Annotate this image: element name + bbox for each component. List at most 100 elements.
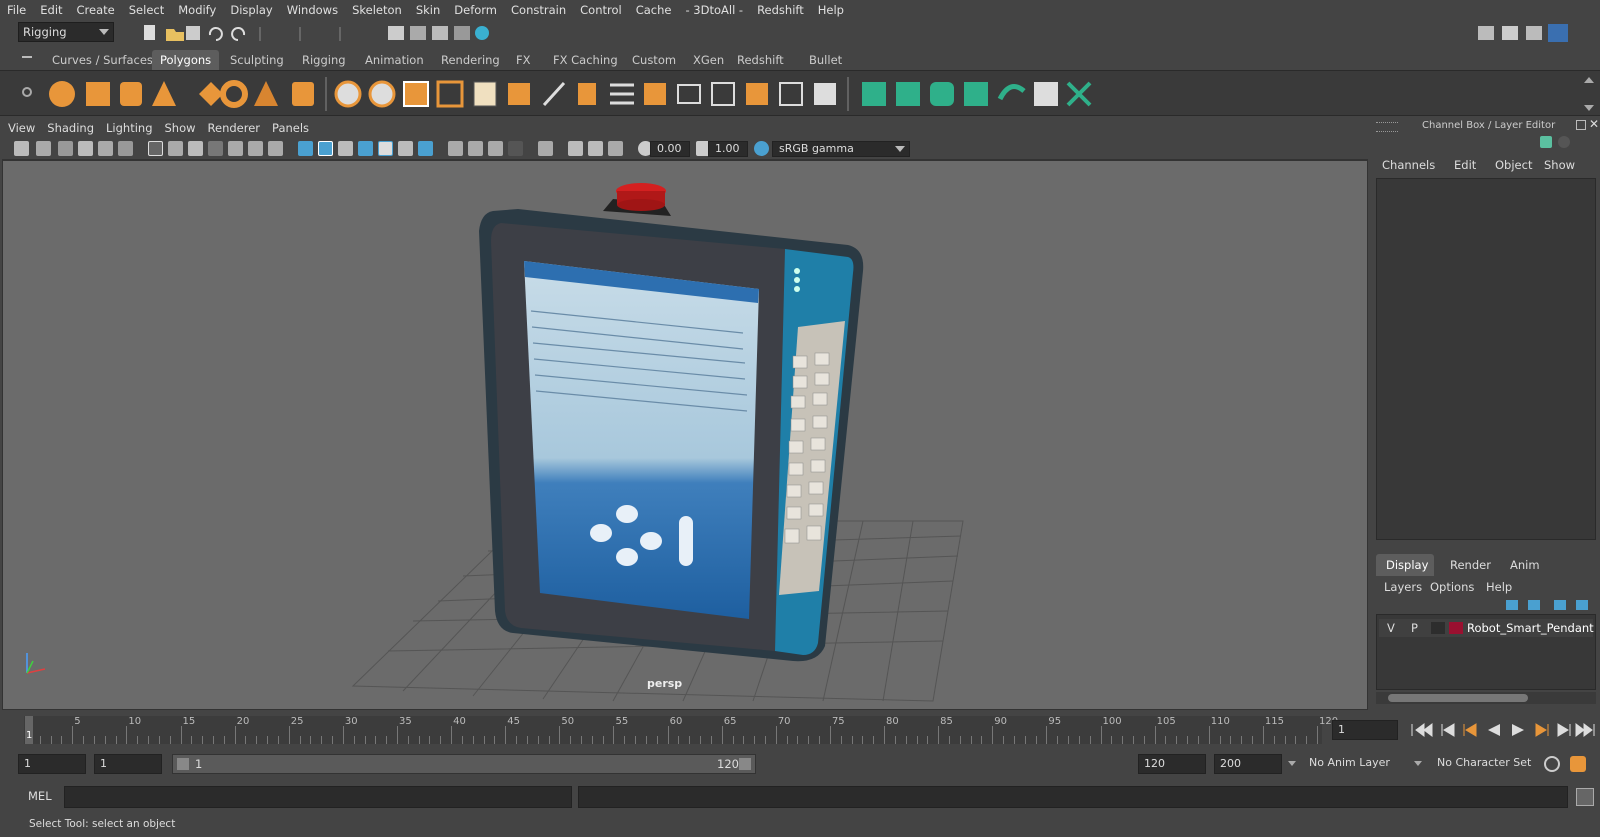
backface-culling-icon[interactable] (608, 141, 623, 156)
shelf-tab-animation[interactable]: Animation (357, 50, 432, 70)
menu-cache[interactable]: Cache (629, 3, 679, 17)
grease-pencil-icon[interactable] (118, 141, 133, 156)
options-menu[interactable]: Options (1430, 580, 1474, 594)
menu-3dtoall[interactable]: - 3DtoAll - (678, 3, 750, 17)
isolate-select-icon[interactable] (508, 141, 523, 156)
object-menu[interactable]: Object (1495, 158, 1532, 172)
menu-edit[interactable]: Edit (33, 3, 69, 17)
shelf-tool-icons[interactable] (44, 71, 1104, 117)
menu-set-dropdown[interactable]: Rigging (18, 22, 114, 42)
range-slider[interactable]: 1 120 (172, 754, 756, 774)
resolution-gate-icon[interactable] (188, 141, 203, 156)
scene-start-field[interactable]: 1 (18, 754, 86, 774)
panel-grip-icon[interactable] (1376, 122, 1398, 132)
shelf-tab-xgen[interactable]: XGen (685, 50, 732, 70)
menu-deform[interactable]: Deform (447, 3, 504, 17)
menu-skin[interactable]: Skin (409, 3, 447, 17)
image-plane-icon[interactable] (78, 141, 93, 156)
menu-windows[interactable]: Windows (280, 3, 345, 17)
chevron-down-icon[interactable] (1288, 761, 1296, 766)
status-line-icons[interactable] (140, 23, 500, 43)
range-end-handle[interactable] (739, 758, 751, 770)
viewport-menu-show[interactable]: Show (159, 121, 202, 135)
ambient-occlusion-icon[interactable] (418, 141, 433, 156)
shelf-tab-bullet[interactable]: Bullet (801, 50, 850, 70)
tab-render[interactable]: Render (1450, 558, 1491, 572)
workspace-icons[interactable] (1476, 22, 1600, 44)
viewport-menu-lighting[interactable]: Lighting (100, 121, 158, 135)
multisample-aa-icon[interactable] (468, 141, 483, 156)
color-management-icon[interactable] (754, 141, 769, 156)
current-frame-field[interactable]: 1 (1332, 720, 1398, 740)
layer-display-type[interactable] (1431, 622, 1445, 634)
time-ruler[interactable]: 5 10 15 20 25 30 35 40 45 50 55 60 65 70 75 80 85 90 95 100… (24, 716, 1338, 744)
menu-file[interactable]: File (0, 3, 33, 17)
exposure-field[interactable]: 0.00 (650, 141, 690, 157)
chevron-down-icon[interactable] (1414, 761, 1422, 766)
help-menu[interactable]: Help (1486, 580, 1512, 594)
menu-redshift[interactable]: Redshift (750, 3, 811, 17)
shelf-settings-gear-icon[interactable] (22, 87, 32, 97)
animation-preferences-icon[interactable] (1570, 756, 1586, 772)
depth-of-field-icon[interactable] (488, 141, 503, 156)
shelf-tab-polygons[interactable]: Polygons (152, 50, 220, 70)
menu-modify[interactable]: Modify (171, 3, 223, 17)
camera-attributes-icon[interactable] (36, 141, 51, 156)
use-all-lights-icon[interactable] (378, 141, 393, 156)
menu-control[interactable]: Control (573, 3, 629, 17)
range-start-handle[interactable] (177, 758, 189, 770)
script-editor-icon[interactable] (1576, 788, 1594, 806)
auto-key-icon[interactable] (1544, 756, 1560, 772)
new-layer-from-selected-icon[interactable] (1576, 600, 1588, 610)
xray-joints-icon[interactable] (568, 141, 583, 156)
shelf-tab-curves-surfaces[interactable]: Curves / Surfaces (44, 50, 161, 70)
grid-icon[interactable] (148, 141, 163, 156)
menu-select[interactable]: Select (122, 3, 171, 17)
move-layer-down-icon[interactable] (1528, 600, 1540, 610)
channel-box-toggle-icon[interactable] (1540, 136, 1552, 148)
safe-title-icon[interactable] (268, 141, 283, 156)
xray-icon[interactable] (538, 141, 553, 156)
perspective-viewport[interactable]: persp (2, 160, 1368, 710)
shelf-tab-rigging[interactable]: Rigging (294, 50, 354, 70)
color-space-dropdown[interactable]: sRGB gamma (772, 141, 910, 157)
gate-mask-icon[interactable] (208, 141, 223, 156)
shelf-tab-rendering[interactable]: Rendering (433, 50, 508, 70)
move-layer-up-icon[interactable] (1506, 600, 1518, 610)
wireframe-icon[interactable] (298, 141, 313, 156)
gamma-field[interactable]: 1.00 (708, 141, 748, 157)
channel-list[interactable] (1376, 178, 1596, 540)
edit-menu[interactable]: Edit (1454, 158, 1476, 172)
menu-help[interactable]: Help (811, 3, 851, 17)
show-menu[interactable]: Show (1544, 158, 1575, 172)
layer-visibility-toggle[interactable]: V (1387, 621, 1395, 635)
viewport-menu-view[interactable]: View (2, 121, 41, 135)
anim-layer-dropdown[interactable]: No Anim Layer (1304, 754, 1412, 774)
select-camera-icon[interactable] (14, 141, 29, 156)
time-slider[interactable]: 5 10 15 20 25 30 35 40 45 50 55 60 65 70 75 80 85 90 95 100… (0, 712, 1600, 748)
menu-constrain[interactable]: Constrain (504, 3, 573, 17)
scrollbar-thumb[interactable] (1388, 694, 1528, 702)
shelf-scroll-up-icon[interactable] (1584, 77, 1594, 83)
playback-end-field[interactable]: 120 (1138, 754, 1206, 774)
viewport-menu-shading[interactable]: Shading (41, 121, 100, 135)
tab-display[interactable]: Display (1386, 558, 1428, 572)
scene-end-field[interactable]: 200 (1214, 754, 1282, 774)
float-panel-icon[interactable] (1576, 120, 1586, 130)
attribute-toggle-icon[interactable] (1558, 136, 1570, 148)
motion-blur-icon[interactable] (448, 141, 463, 156)
shelf-tab-fx[interactable]: FX (508, 50, 539, 70)
playback-controls[interactable] (1408, 720, 1596, 740)
smooth-shade-icon[interactable] (318, 141, 333, 156)
shelf-tab-custom[interactable]: Custom (624, 50, 684, 70)
command-input[interactable] (64, 786, 572, 808)
character-set-dropdown[interactable]: No Character Set (1432, 754, 1538, 774)
new-layer-icon[interactable] (1554, 600, 1566, 610)
viewport-menu-renderer[interactable]: Renderer (202, 121, 267, 135)
bookmarks-icon[interactable] (58, 141, 73, 156)
layer-row[interactable]: V P Robot_Smart_Pendant (1379, 619, 1594, 637)
shelf-scroll-down-icon[interactable] (1584, 105, 1594, 111)
viewport-menu-panels[interactable]: Panels (266, 121, 315, 135)
shadows-icon[interactable] (398, 141, 413, 156)
film-gate-icon[interactable] (168, 141, 183, 156)
